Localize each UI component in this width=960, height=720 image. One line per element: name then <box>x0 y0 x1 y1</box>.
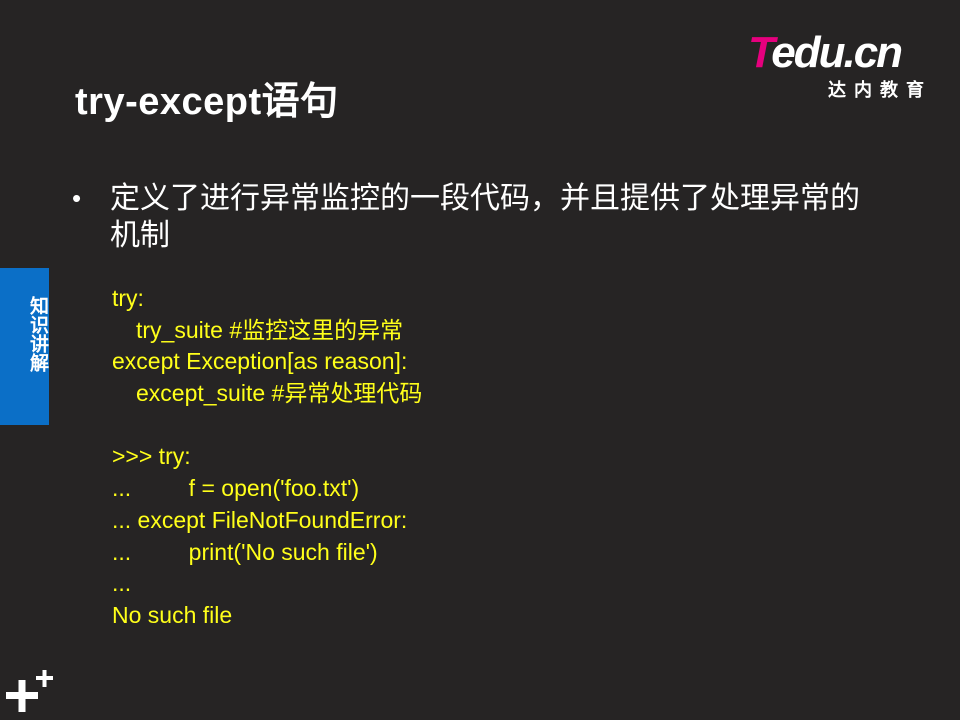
bullet-marker: • <box>72 183 82 213</box>
code-block: try: try_suite #监控这里的异常 except Exception[a… <box>112 283 422 632</box>
code-line: try_suite #监控这里的异常 <box>136 316 404 343</box>
code-line: ... f = open('foo.txt') <box>112 475 360 502</box>
logo-edu: edu <box>771 28 845 77</box>
code-line: >>> try: <box>112 443 191 470</box>
knowledge-tab-label: 知识讲解 <box>27 296 48 372</box>
code-line: ... <box>112 570 132 597</box>
code-line: ... print('No such file') <box>112 538 378 565</box>
logo-wordmark: Tedu.cn <box>748 28 903 77</box>
code-line: except Exception[as reason]: <box>112 348 408 375</box>
tedu-logo: Tedu.cn 达内教育 <box>748 28 928 101</box>
logo-cn: .cn <box>843 28 903 77</box>
slide: try-except语句 Tedu.cn 达内教育 • 定义了进行异常监控的一段… <box>0 0 960 720</box>
bullet-point: • 定义了进行异常监控的一段代码，并且提供了处理异常的机制 <box>72 180 862 254</box>
code-line: ... except FileNotFoundError: <box>112 506 408 533</box>
code-line: except_suite #异常处理代码 <box>136 380 423 407</box>
slide-title: try-except语句 <box>75 81 339 123</box>
plus-icon <box>6 670 53 712</box>
logo-subtitle: 达内教育 <box>828 80 932 100</box>
code-line: No such file <box>112 601 233 628</box>
knowledge-tab: 知识讲解 <box>0 268 49 425</box>
bullet-text: 定义了进行异常监控的一段代码，并且提供了处理异常的机制 <box>110 182 860 252</box>
code-line: try: <box>112 285 144 311</box>
logo-t: T <box>748 28 773 77</box>
